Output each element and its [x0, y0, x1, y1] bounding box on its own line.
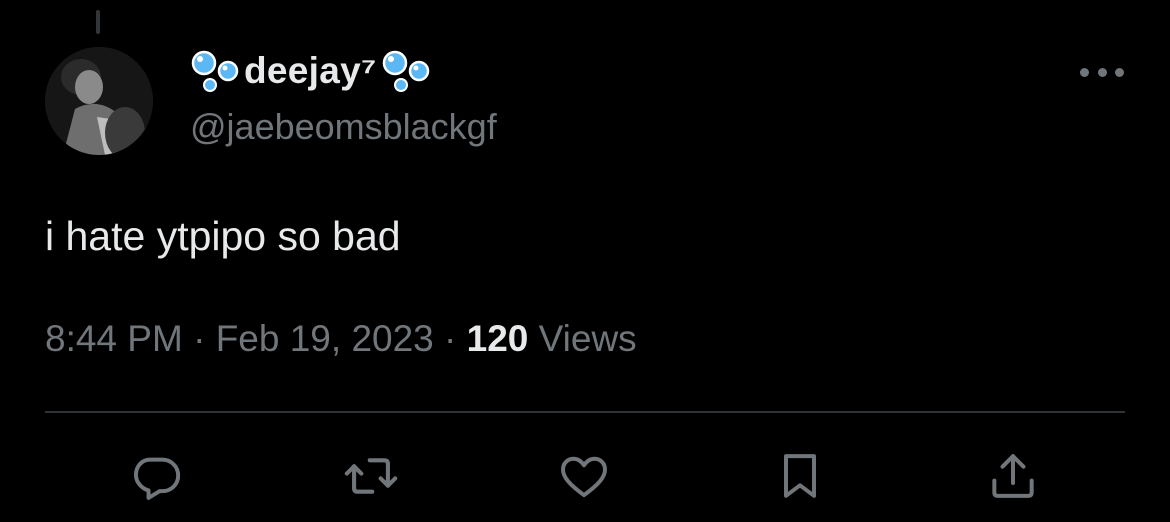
more-options-button[interactable]: [1080, 60, 1124, 84]
bookmark-button[interactable]: [770, 446, 830, 506]
divider: [45, 411, 1125, 413]
avatar[interactable]: [45, 47, 153, 155]
tweet-date[interactable]: Feb 19, 2023: [216, 318, 434, 359]
author-display-name[interactable]: deejay⁷: [244, 50, 377, 92]
author-handle[interactable]: @jaebeomsblackgf: [190, 106, 497, 148]
bookmark-icon: [784, 454, 816, 498]
tweet-text: i hate ytpipo so bad: [45, 213, 401, 259]
reply-button[interactable]: [126, 446, 186, 506]
share-icon: [992, 454, 1034, 498]
bubbles-emoji-icon: [191, 50, 239, 92]
views-count[interactable]: 120: [467, 318, 529, 359]
more-dot-icon: [1115, 67, 1124, 77]
retweet-icon: [344, 458, 398, 494]
thread-connector-line: [96, 10, 100, 34]
more-dot-icon: [1080, 67, 1089, 77]
more-dot-icon: [1097, 67, 1107, 77]
views-label[interactable]: Views: [539, 318, 637, 359]
reply-icon: [133, 457, 181, 500]
meta-separator: ·: [444, 318, 457, 359]
heart-icon: [561, 456, 607, 498]
tweet-time[interactable]: 8:44 PM: [45, 318, 183, 359]
share-button[interactable]: [983, 446, 1043, 506]
avatar-photo-icon: [45, 47, 153, 155]
meta-separator: ·: [193, 318, 206, 359]
tweet-meta: 8:44 PM · Feb 19, 2023 · 120 Views: [45, 318, 637, 360]
bubbles-emoji-icon: [382, 50, 429, 92]
author-name-row[interactable]: deejay⁷: [190, 48, 435, 94]
like-button[interactable]: [554, 446, 614, 506]
retweet-button[interactable]: [341, 446, 401, 506]
